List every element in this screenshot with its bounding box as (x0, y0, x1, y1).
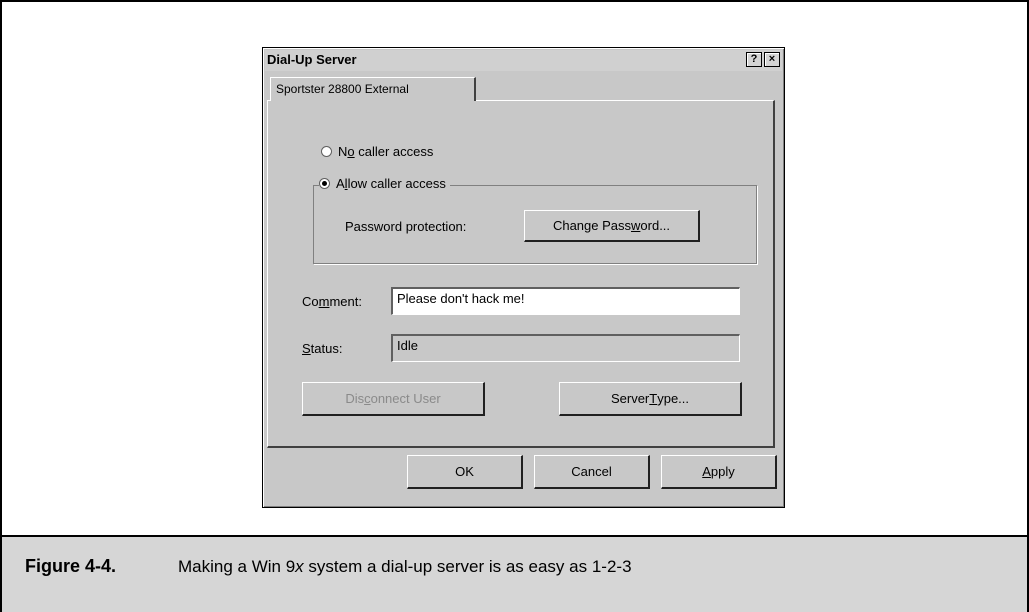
label-mnemonic: S (302, 341, 311, 356)
button-label-part: onnect User (370, 391, 441, 406)
button-label-part: Dis (345, 391, 365, 406)
button-label-mnemonic: A (702, 464, 711, 479)
figure-caption-bar: Figure 4-4. Making a Win 9x system a dia… (2, 535, 1027, 612)
cancel-button[interactable]: Cancel (534, 455, 650, 489)
caption-italic: x (295, 557, 304, 576)
button-label-part: pply (710, 464, 735, 479)
change-password-button[interactable]: Change Pass w ord... (524, 210, 700, 242)
title-bar: Dial-Up Server ? × (265, 50, 782, 71)
server-type-button[interactable]: Server Type... (559, 382, 742, 416)
caption-part: system a dial-up server is as easy as 1-… (303, 557, 632, 576)
apply-button[interactable]: Apply (661, 455, 777, 489)
button-label-part: ord... (640, 218, 671, 233)
status-label: Status: (302, 341, 342, 356)
button-label-part: Server (610, 391, 650, 406)
figure-number: Figure 4-4. (25, 556, 117, 576)
ok-button[interactable]: OK (407, 455, 523, 489)
button-label-part: ype... (657, 391, 690, 406)
figure-frame: Dial-Up Server ? × Sportster 28800 Exter… (0, 0, 1029, 612)
comment-field[interactable]: Please don't hack me! (391, 287, 740, 315)
no-caller-access-radio[interactable]: No caller access (321, 144, 438, 159)
label-mnemonic: m (318, 294, 330, 309)
button-label-mnemonic: T (649, 391, 658, 406)
label-part: ment: (329, 294, 362, 309)
button-label-part: Change Pass (552, 218, 632, 233)
status-field: Idle (391, 334, 740, 362)
radio-label-part: low caller access (347, 176, 446, 191)
dial-up-server-dialog: Dial-Up Server ? × Sportster 28800 Exter… (262, 47, 785, 508)
close-icon[interactable]: × (764, 52, 780, 67)
button-label-mnemonic: w (631, 218, 641, 233)
dialog-title: Dial-Up Server (267, 52, 357, 67)
radio-label-part: A (336, 176, 345, 191)
label-part: Co (302, 294, 319, 309)
radio-label-mnemonic: o (347, 144, 355, 159)
disconnect-user-button: Dis c onnect User (302, 382, 485, 416)
comment-label: Comment: (302, 294, 362, 309)
radio-checked-icon (319, 178, 330, 189)
caption-part: Making a Win 9 (178, 557, 296, 576)
label-part: tatus: (310, 341, 343, 356)
allow-caller-access-radio[interactable]: Allow caller access (319, 176, 450, 191)
tab-sportster[interactable]: Sportster 28800 External (270, 77, 476, 101)
tab-label: Sportster 28800 External (276, 82, 409, 96)
radio-label-part: caller access (354, 144, 434, 159)
password-protection-label: Password protection: (345, 219, 467, 234)
radio-unchecked-icon (321, 146, 332, 157)
radio-label-part: N (338, 144, 348, 159)
figure-caption: Making a Win 9x system a dial-up server … (178, 557, 632, 577)
help-icon[interactable]: ? (746, 52, 762, 67)
